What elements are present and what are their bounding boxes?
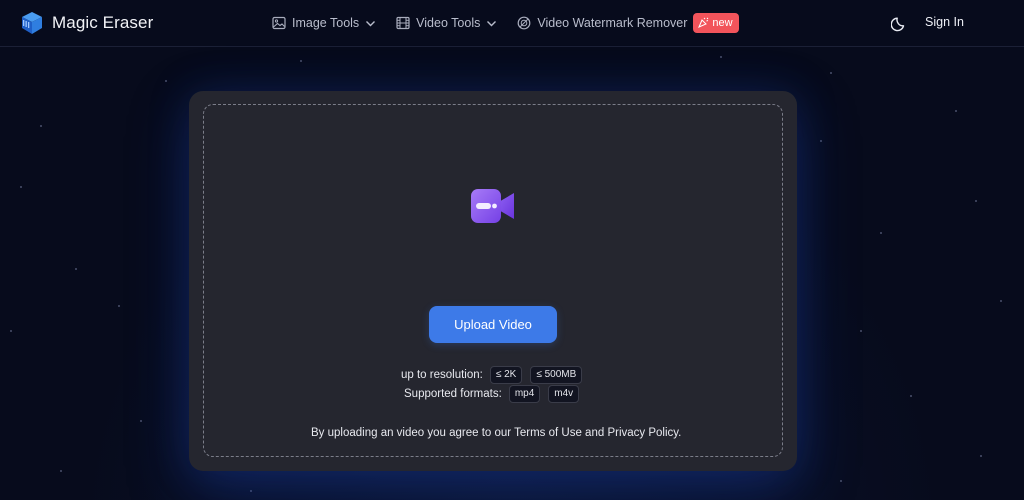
upload-card <box>189 91 797 471</box>
image-icon <box>272 16 286 30</box>
star-dot <box>20 186 22 188</box>
upload-video-button[interactable]: Upload Video <box>429 306 557 343</box>
star-dot <box>300 60 302 62</box>
page: Magic Eraser Image Tools Video Tools Vid… <box>0 0 1024 500</box>
film-icon <box>396 16 410 30</box>
watermark-icon <box>517 16 531 30</box>
resolution-label: up to resolution: <box>401 369 483 381</box>
nav-image-tools-label: Image Tools <box>292 16 360 30</box>
size-tag: ≤ 500MB <box>530 366 583 384</box>
video-camera-icon <box>471 189 514 223</box>
star-dot <box>250 490 252 492</box>
nav-video-watermark-remover-label: Video Watermark Remover <box>537 16 688 30</box>
magic-eraser-logo-icon <box>22 12 42 34</box>
star-dot <box>840 480 842 482</box>
nav-video-tools-label: Video Tools <box>416 16 481 30</box>
app-name: Magic Eraser <box>52 13 154 32</box>
agreement-text: By uploading an video you agree to our T… <box>311 427 681 439</box>
agreement-prefix: By uploading an video you agree to our <box>311 427 515 439</box>
star-dot <box>830 72 832 74</box>
format-tag-m4v: m4v <box>548 385 580 403</box>
top-header: Magic Eraser Image Tools Video Tools Vid… <box>0 0 1024 47</box>
sign-in-link[interactable]: Sign In <box>925 15 964 29</box>
star-dot <box>60 470 62 472</box>
star-dot <box>955 110 957 112</box>
party-popper-icon <box>698 17 709 28</box>
chevron-down-icon <box>487 20 497 26</box>
logo-link[interactable]: Magic Eraser <box>20 11 153 35</box>
star-dot <box>10 330 12 332</box>
star-dot <box>1000 300 1002 302</box>
star-dot <box>140 420 142 422</box>
star-dot <box>910 395 912 397</box>
star-dot <box>720 56 722 58</box>
star-dot <box>980 455 982 457</box>
star-dot <box>165 80 167 82</box>
star-dot <box>975 200 977 202</box>
star-dot <box>820 140 822 142</box>
nav-image-tools[interactable]: Image Tools <box>272 16 376 30</box>
new-badge-label: new <box>712 16 733 29</box>
resolution-info: up to resolution: ≤ 2K ≤ 500MB <box>401 366 583 384</box>
star-dot <box>40 125 42 127</box>
star-dot <box>880 232 882 234</box>
formats-label: Supported formats: <box>404 388 502 400</box>
star-dot <box>118 305 120 307</box>
star-dot <box>75 268 77 270</box>
main-nav: Image Tools Video Tools Video Watermark … <box>272 12 739 34</box>
terms-of-use-link[interactable]: Terms of Use <box>514 427 582 439</box>
nav-video-watermark-remover[interactable]: Video Watermark Remover new <box>517 13 739 33</box>
chevron-down-icon <box>366 20 376 26</box>
new-badge: new <box>693 13 739 33</box>
moon-icon[interactable] <box>891 14 909 32</box>
agreement-and: and <box>581 427 608 439</box>
star-dot <box>860 330 862 332</box>
formats-info: Supported formats: mp4 m4v <box>404 385 580 403</box>
agreement-suffix: . <box>678 427 682 439</box>
nav-video-tools[interactable]: Video Tools <box>396 16 497 30</box>
privacy-policy-link[interactable]: Privacy Policy <box>607 427 678 439</box>
upload-dropzone[interactable] <box>203 104 783 457</box>
resolution-tag: ≤ 2K <box>489 366 523 384</box>
format-tag-mp4: mp4 <box>508 385 541 403</box>
